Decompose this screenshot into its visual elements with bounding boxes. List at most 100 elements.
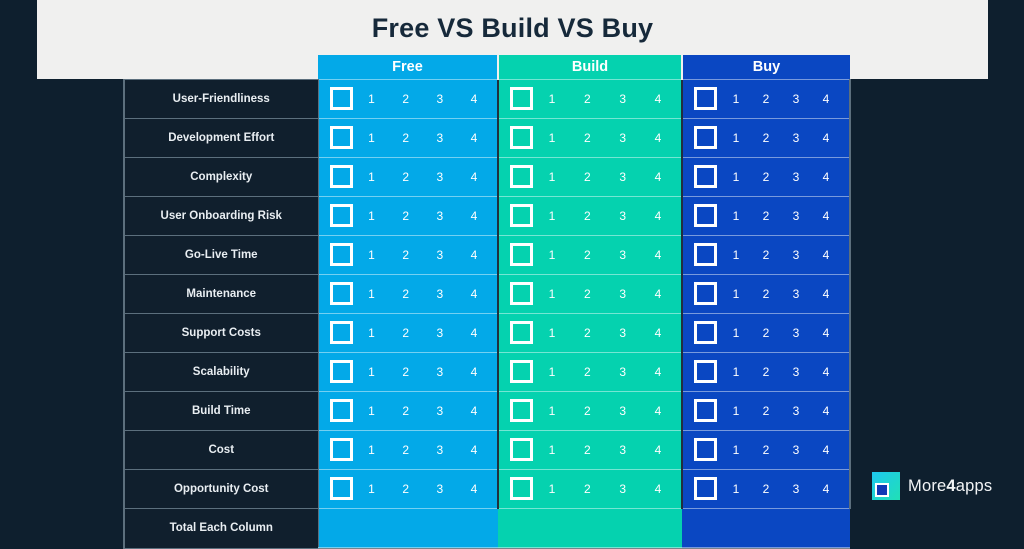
score-cell-build[interactable]: 1 2 3 4: [498, 273, 683, 314]
checkbox[interactable]: [329, 243, 353, 266]
score-2[interactable]: 2: [580, 326, 594, 340]
checkbox[interactable]: [510, 438, 533, 461]
checkbox[interactable]: [694, 165, 717, 188]
score-2[interactable]: 2: [399, 248, 413, 262]
score-1[interactable]: 1: [365, 482, 379, 496]
score-3[interactable]: 3: [789, 131, 803, 145]
score-1[interactable]: 1: [545, 131, 559, 145]
score-2[interactable]: 2: [759, 287, 773, 301]
score-1[interactable]: 1: [729, 482, 743, 496]
score-2[interactable]: 2: [399, 131, 413, 145]
score-cell-buy[interactable]: 1 2 3 4: [682, 195, 851, 236]
score-1[interactable]: 1: [365, 248, 379, 262]
score-4[interactable]: 4: [467, 404, 481, 418]
score-3[interactable]: 3: [433, 404, 447, 418]
score-4[interactable]: 4: [819, 365, 833, 379]
score-2[interactable]: 2: [399, 482, 413, 496]
score-2[interactable]: 2: [759, 365, 773, 379]
score-cell-free[interactable]: 1 2 3 4: [318, 351, 499, 392]
score-4[interactable]: 4: [819, 326, 833, 340]
score-1[interactable]: 1: [545, 287, 559, 301]
score-cell-free[interactable]: 1 2 3 4: [318, 156, 499, 197]
score-2[interactable]: 2: [580, 365, 594, 379]
score-1[interactable]: 1: [545, 209, 559, 223]
score-4[interactable]: 4: [467, 482, 481, 496]
score-3[interactable]: 3: [433, 209, 447, 223]
score-cell-buy[interactable]: 1 2 3 4: [682, 312, 851, 353]
score-1[interactable]: 1: [545, 404, 559, 418]
score-1[interactable]: 1: [729, 131, 743, 145]
checkbox[interactable]: [694, 243, 717, 266]
score-3[interactable]: 3: [616, 365, 630, 379]
score-4[interactable]: 4: [467, 92, 481, 106]
score-cell-build[interactable]: 1 2 3 4: [498, 78, 683, 119]
score-cell-free[interactable]: 1 2 3 4: [318, 312, 499, 353]
score-cell-build[interactable]: 1 2 3 4: [498, 195, 683, 236]
score-2[interactable]: 2: [399, 170, 413, 184]
checkbox[interactable]: [510, 243, 533, 266]
score-4[interactable]: 4: [819, 482, 833, 496]
score-2[interactable]: 2: [399, 287, 413, 301]
score-3[interactable]: 3: [616, 326, 630, 340]
score-2[interactable]: 2: [580, 287, 594, 301]
score-1[interactable]: 1: [729, 170, 743, 184]
total-cell-buy[interactable]: [682, 508, 850, 549]
score-cell-build[interactable]: 1 2 3 4: [498, 117, 683, 158]
score-1[interactable]: 1: [365, 209, 379, 223]
score-4[interactable]: 4: [651, 92, 665, 106]
checkbox[interactable]: [694, 399, 717, 422]
score-1[interactable]: 1: [729, 92, 743, 106]
score-1[interactable]: 1: [729, 404, 743, 418]
checkbox[interactable]: [329, 126, 353, 149]
score-2[interactable]: 2: [399, 365, 413, 379]
score-cell-free[interactable]: 1 2 3 4: [318, 78, 499, 119]
score-1[interactable]: 1: [545, 248, 559, 262]
score-3[interactable]: 3: [433, 131, 447, 145]
checkbox[interactable]: [510, 126, 533, 149]
score-1[interactable]: 1: [545, 170, 559, 184]
score-3[interactable]: 3: [789, 170, 803, 184]
checkbox[interactable]: [510, 204, 533, 227]
score-1[interactable]: 1: [729, 326, 743, 340]
score-3[interactable]: 3: [789, 365, 803, 379]
score-cell-build[interactable]: 1 2 3 4: [498, 234, 683, 275]
score-cell-buy[interactable]: 1 2 3 4: [682, 273, 851, 314]
checkbox[interactable]: [510, 87, 533, 110]
score-4[interactable]: 4: [651, 209, 665, 223]
score-2[interactable]: 2: [759, 404, 773, 418]
score-2[interactable]: 2: [759, 443, 773, 457]
score-1[interactable]: 1: [729, 365, 743, 379]
score-1[interactable]: 1: [365, 365, 379, 379]
checkbox[interactable]: [510, 282, 533, 305]
score-3[interactable]: 3: [789, 326, 803, 340]
checkbox[interactable]: [694, 438, 717, 461]
checkbox[interactable]: [329, 204, 353, 227]
score-2[interactable]: 2: [580, 248, 594, 262]
score-2[interactable]: 2: [399, 326, 413, 340]
score-cell-buy[interactable]: 1 2 3 4: [682, 390, 851, 431]
score-cell-free[interactable]: 1 2 3 4: [318, 429, 499, 470]
score-cell-buy[interactable]: 1 2 3 4: [682, 234, 851, 275]
total-cell-free[interactable]: [318, 508, 498, 549]
score-1[interactable]: 1: [545, 326, 559, 340]
checkbox[interactable]: [694, 360, 717, 383]
score-1[interactable]: 1: [545, 92, 559, 106]
score-4[interactable]: 4: [819, 131, 833, 145]
checkbox[interactable]: [510, 477, 533, 500]
score-2[interactable]: 2: [759, 92, 773, 106]
score-3[interactable]: 3: [616, 404, 630, 418]
score-1[interactable]: 1: [729, 209, 743, 223]
score-4[interactable]: 4: [651, 443, 665, 457]
score-cell-free[interactable]: 1 2 3 4: [318, 390, 499, 431]
score-2[interactable]: 2: [580, 404, 594, 418]
checkbox[interactable]: [694, 87, 717, 110]
score-4[interactable]: 4: [467, 248, 481, 262]
score-2[interactable]: 2: [759, 131, 773, 145]
score-3[interactable]: 3: [616, 287, 630, 301]
score-4[interactable]: 4: [651, 287, 665, 301]
score-2[interactable]: 2: [580, 443, 594, 457]
score-2[interactable]: 2: [580, 92, 594, 106]
checkbox[interactable]: [329, 438, 353, 461]
score-4[interactable]: 4: [467, 131, 481, 145]
score-1[interactable]: 1: [365, 92, 379, 106]
